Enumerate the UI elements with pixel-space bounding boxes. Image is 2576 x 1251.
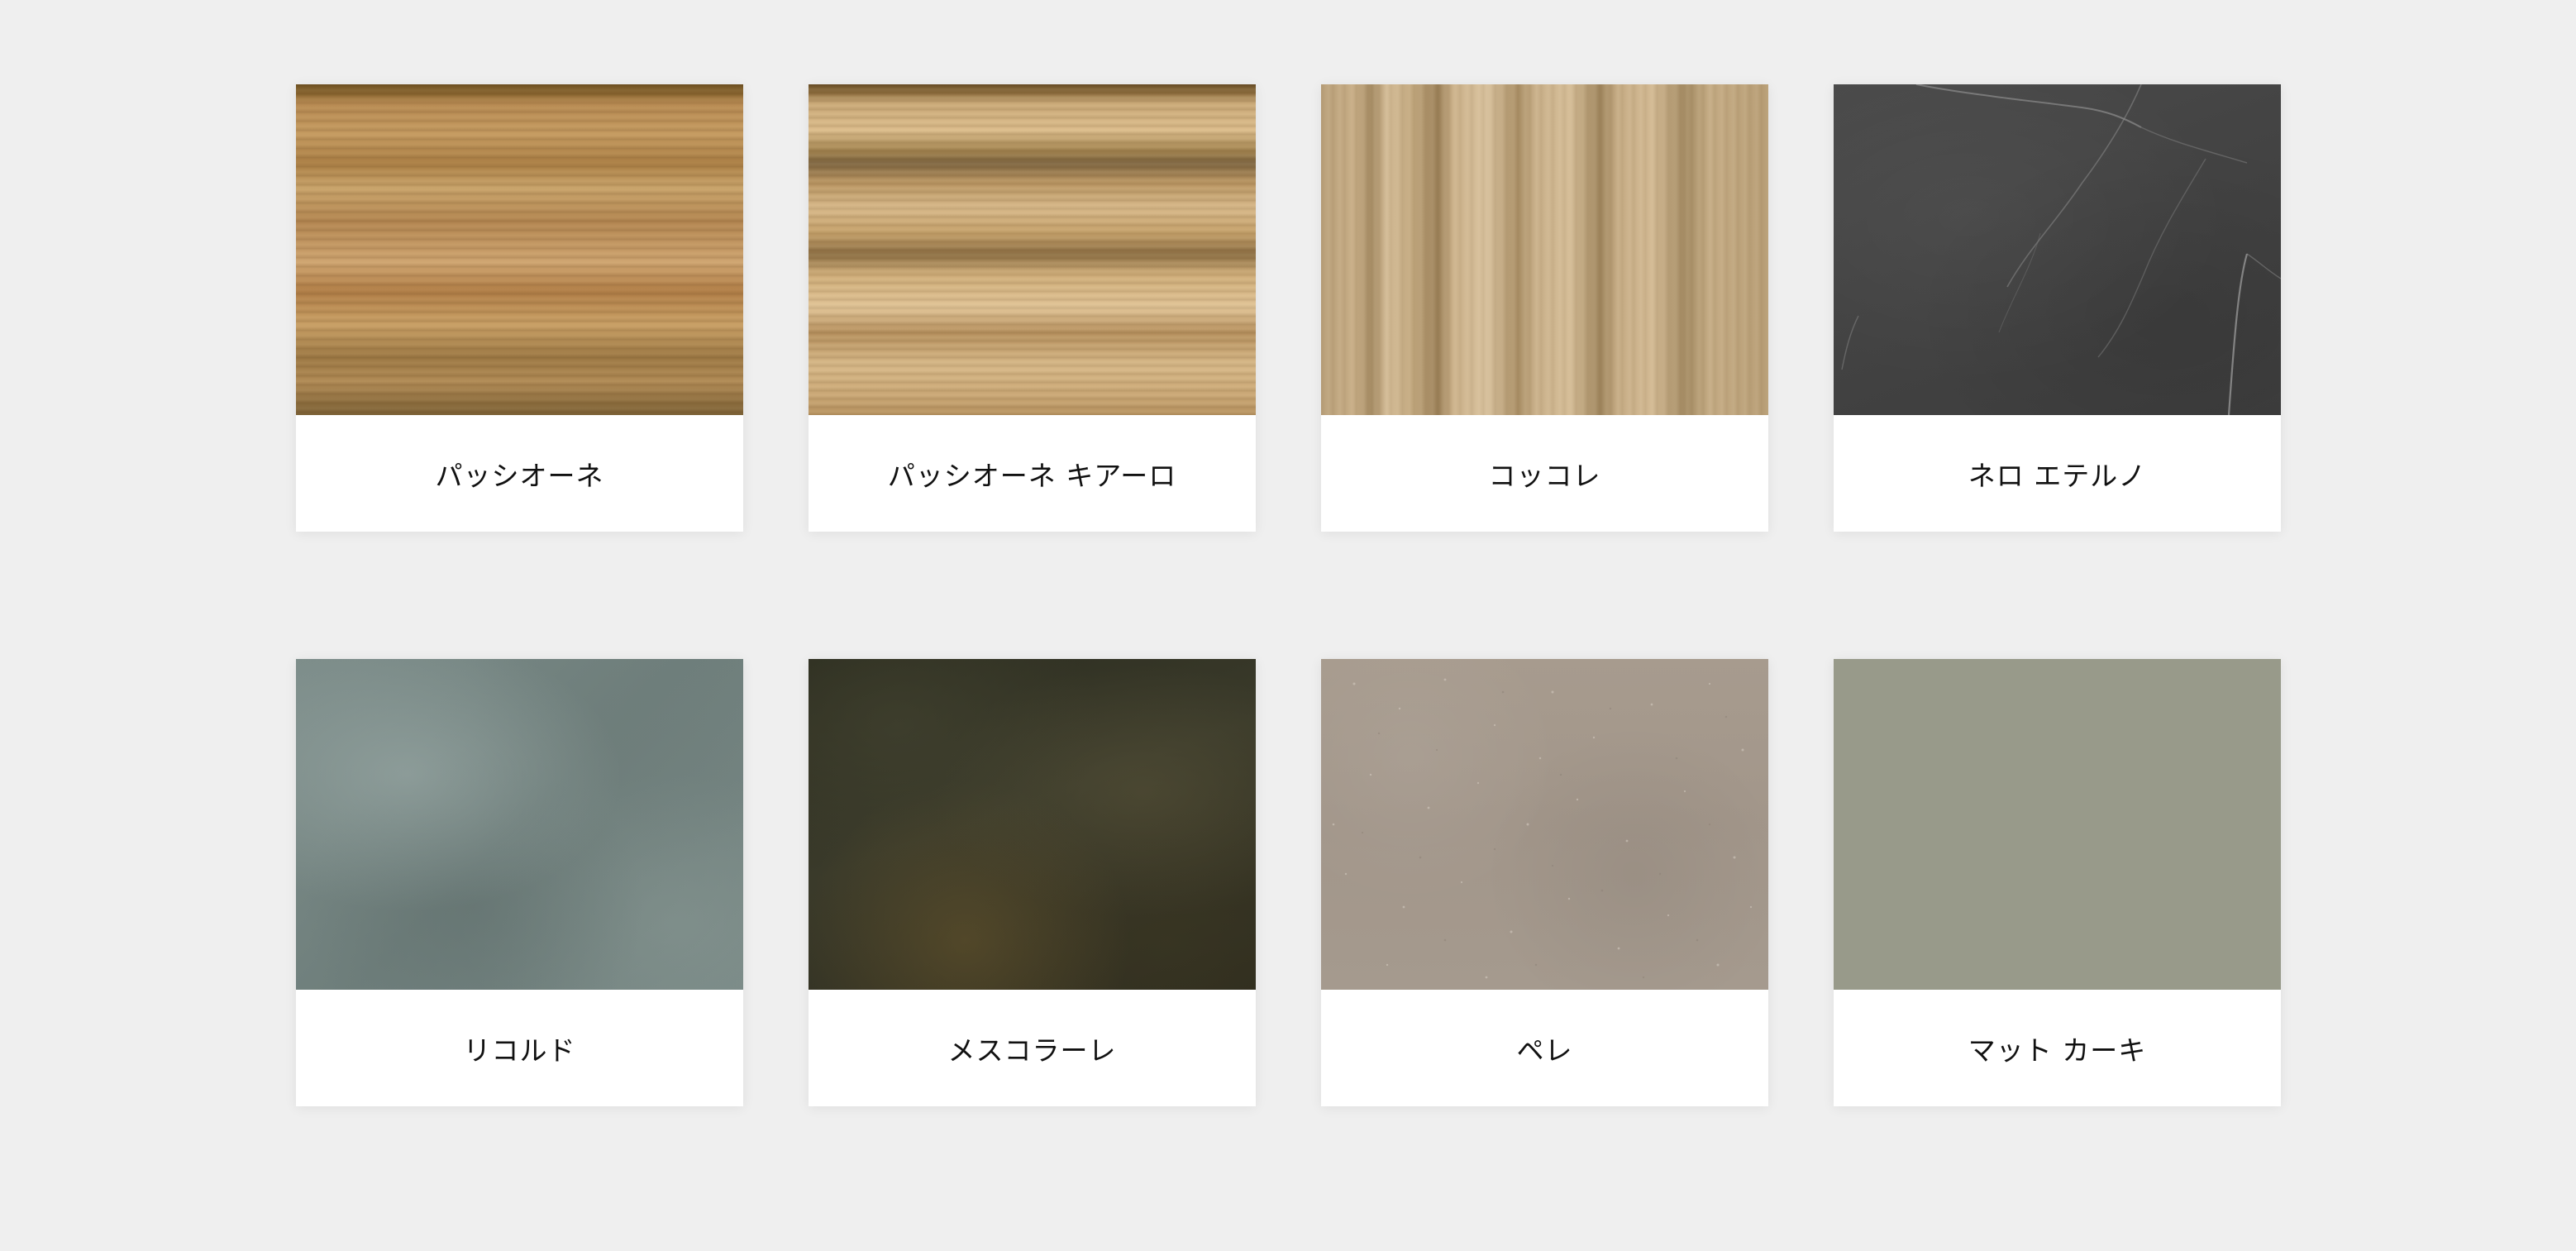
material-card-coccole[interactable]: コッコレ (1321, 84, 1768, 532)
material-label: ネロ エテルノ (1968, 459, 2147, 492)
wood-swatch-icon (296, 84, 743, 415)
material-label: コッコレ (1488, 459, 1601, 492)
marble-vein-icon (1841, 84, 2281, 415)
material-label: パッシオーネ (435, 459, 604, 492)
material-label: リコルド (463, 1034, 576, 1067)
stone-swatch-icon (1321, 659, 1768, 990)
material-card-pelle[interactable]: ペレ (1321, 659, 1768, 1106)
material-card-mescolare[interactable]: メスコラーレ (809, 659, 1256, 1106)
wood-swatch-icon (809, 84, 1256, 415)
material-card-passione-chiaro[interactable]: パッシオーネ キアーロ (809, 84, 1256, 532)
stone-swatch-icon (296, 659, 743, 990)
marble-swatch-icon (1834, 84, 2281, 415)
material-card-passione[interactable]: パッシオーネ (296, 84, 743, 532)
material-label: パッシオーネ キアーロ (887, 459, 1177, 492)
material-label: メスコラーレ (947, 1034, 1117, 1067)
material-gallery-page: パッシオーネ パッシオーネ キアーロ コッコレ ネロ エテルノ リコルド メスコ… (0, 0, 2576, 1251)
wood-swatch-icon (1321, 84, 1768, 415)
material-card-ricordo[interactable]: リコルド (296, 659, 743, 1106)
material-label: ペレ (1516, 1034, 1573, 1067)
material-label: マット カーキ (1968, 1034, 2147, 1067)
solid-swatch-icon (1834, 659, 2281, 990)
material-card-nero-eterno[interactable]: ネロ エテルノ (1834, 84, 2281, 532)
material-card-matt-khaki[interactable]: マット カーキ (1834, 659, 2281, 1106)
speckle-texture-icon (1332, 678, 1753, 979)
material-grid: パッシオーネ パッシオーネ キアーロ コッコレ ネロ エテルノ リコルド メスコ… (296, 84, 2281, 1106)
stone-swatch-icon (809, 659, 1256, 990)
